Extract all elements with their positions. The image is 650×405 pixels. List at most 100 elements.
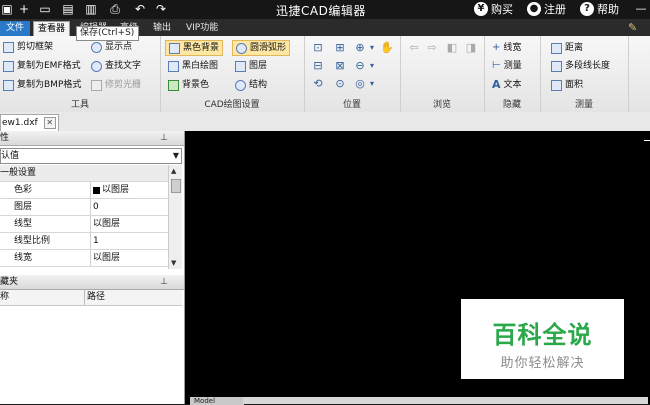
watermark-subtitle: 助你轻松解决 (500, 356, 585, 371)
position-group: ⊡ ⊞ ⊕ ▾ ✋ ⊟ ⊠ ⊖ ▾ ⟲ ⊙ ◎ ▾ 位置 (304, 36, 401, 112)
yen-icon: ¥ (474, 2, 488, 16)
polyline-icon (551, 60, 562, 72)
favorites-col-name[interactable]: 称 (0, 292, 9, 302)
copy-bmp-button[interactable]: 复制为BMP格式 (0, 77, 84, 93)
property-row[interactable]: 色彩 以图层 (0, 182, 168, 199)
cad-settings-group: 黑色背景 黑白绘图 背景色 圆滑弧形 图层 结构 CAD绘图设置 (160, 36, 305, 112)
text-a-icon: A (492, 78, 501, 91)
document-tab[interactable]: ew1.dxf ✕ (0, 114, 59, 131)
document-tab-bar: ew1.dxf ✕ (0, 112, 650, 132)
tab-output[interactable]: 输出 (149, 21, 175, 36)
smooth-arc-icon (236, 42, 247, 54)
browse-group-label: 浏览 (432, 100, 451, 110)
redo-icon[interactable]: ↷ (154, 2, 168, 16)
pin-icon[interactable]: ⊥ (160, 275, 168, 289)
layers-button[interactable]: 图层 (232, 58, 270, 74)
linewidth-button[interactable]: + 线宽 (489, 40, 524, 56)
scroll-down-icon[interactable]: ▼ (171, 259, 176, 267)
watermark-title: 百科全说 (492, 321, 593, 349)
tab-vip[interactable]: VIP功能 (182, 21, 222, 36)
trim-raster-icon (91, 79, 102, 91)
property-scrollbar[interactable]: ▲ ▼ (168, 165, 182, 269)
bw-draw-icon (168, 60, 179, 72)
property-row[interactable]: 图层 0 (0, 199, 168, 216)
open-file-icon[interactable]: ▭ (38, 2, 52, 16)
zoom-in-dropdown-icon[interactable]: ▾ (366, 42, 378, 54)
register-button[interactable]: ● 注册 (527, 1, 566, 17)
close-icon[interactable]: ✕ (43, 117, 56, 129)
undo-icon[interactable]: ↶ (133, 2, 147, 16)
new-file-icon[interactable]: + (17, 2, 31, 16)
distance-button[interactable]: 距离 (548, 40, 586, 56)
linewidth-icon: + (492, 42, 501, 53)
forward-arrow-icon[interactable]: ⇨ (426, 42, 438, 54)
pan-hand-icon[interactable]: ✋ (380, 42, 394, 54)
scroll-up-icon[interactable]: ▲ (171, 167, 176, 175)
print-icon[interactable]: ⎙ (108, 2, 122, 16)
minimize-icon[interactable]: — (634, 2, 648, 16)
points-icon (91, 41, 102, 53)
register-label: 注册 (544, 3, 566, 16)
favorites-col-path[interactable]: 路径 (87, 290, 105, 305)
first-page-icon[interactable]: ◧ (446, 42, 458, 54)
buy-label: 购买 (491, 3, 513, 16)
user-icon: ● (527, 2, 541, 16)
crosshair-cursor (644, 140, 650, 141)
ribbon: 剪切框架 复制为EMF格式 复制为BMP格式 显示点 查找文字 修剪光栅 工具 … (0, 36, 650, 113)
favorites-header: 藏夹 ⊥ (0, 275, 184, 290)
property-row[interactable]: 线型比例 1 (0, 233, 168, 250)
pin-icon[interactable]: ⊥ (160, 131, 168, 145)
view-3d-icon[interactable]: ◎ (354, 78, 366, 90)
text-hide-button[interactable]: A 文本 (489, 77, 525, 93)
save-icon[interactable]: ▤ (61, 2, 75, 16)
tab-file[interactable]: 文件 (0, 21, 31, 36)
zoom-out-dropdown-icon[interactable]: ▾ (366, 60, 378, 72)
zoom-out-icon[interactable]: ⊖ (354, 60, 366, 72)
copy-emf-button[interactable]: 复制为EMF格式 (0, 58, 84, 74)
property-row[interactable]: 线宽 以图层 (0, 250, 168, 267)
zoom-extents-icon[interactable]: ⊟ (312, 60, 324, 72)
layers-icon (235, 60, 246, 72)
position-group-label: 位置 (342, 100, 361, 110)
last-page-icon[interactable]: ◨ (465, 42, 477, 54)
title-bar: ▣ + ▭ ▤ ▥ ⎙ ↶ ↷ 迅捷CAD编辑器 ¥ 购买 ● 注册 ? 帮助 … (0, 0, 650, 19)
polyline-length-button[interactable]: 多段线长度 (548, 58, 613, 74)
background-color-button[interactable]: 背景色 (165, 77, 212, 93)
zoom-all-icon[interactable]: ⊠ (334, 60, 346, 72)
property-category[interactable]: 一般设置 (0, 165, 168, 182)
area-button[interactable]: 面积 (548, 77, 586, 93)
zoom-window-icon[interactable]: ⊞ (334, 42, 346, 54)
bw-drawing-button[interactable]: 黑白绘图 (165, 58, 221, 74)
structure-button[interactable]: 结构 (232, 77, 270, 93)
fit-window-icon[interactable]: ⊡ (312, 42, 324, 54)
black-background-button[interactable]: 黑色背景 (165, 40, 224, 56)
properties-header: 性 ⊥ (0, 131, 184, 146)
zoom-in-icon[interactable]: ⊕ (354, 42, 366, 54)
app-menu-icon[interactable]: ▣ (0, 2, 14, 16)
cut-frame-button[interactable]: 剪切框架 (0, 39, 56, 55)
chevron-down-icon: ▼ (172, 151, 179, 160)
buy-button[interactable]: ¥ 购买 (474, 1, 513, 17)
watermark-logo: 百科全说 助你轻松解决 (461, 299, 624, 379)
show-points-button[interactable]: 显示点 (88, 39, 135, 55)
measure-hide-button[interactable]: ⊢ 测量 (489, 58, 525, 74)
find-text-button[interactable]: 查找文字 (88, 58, 144, 74)
view-3d-dropdown-icon[interactable]: ▾ (366, 78, 378, 90)
save-as-icon[interactable]: ▥ (84, 2, 98, 16)
property-row[interactable]: 线型 以图层 (0, 216, 168, 233)
zoom-previous-icon[interactable]: ⊙ (334, 78, 346, 90)
properties-selector[interactable]: 认值 ▼ (0, 148, 182, 164)
help-button[interactable]: ? 帮助 (580, 1, 619, 17)
tools-group: 剪切框架 复制为EMF格式 复制为BMP格式 显示点 查找文字 修剪光栅 工具 (0, 36, 161, 112)
scroll-thumb[interactable] (171, 179, 181, 193)
rotate-icon[interactable]: ⟲ (312, 78, 324, 90)
trim-raster-button[interactable]: 修剪光栅 (88, 77, 144, 93)
horizontal-scrollbar[interactable] (243, 397, 648, 404)
bg-color-icon (168, 79, 179, 91)
smooth-arc-button[interactable]: 圆滑弧形 (232, 40, 291, 56)
property-grid: 一般设置 色彩 以图层 图层 0 线型 以图层 线型比例 1 线宽 以图层 (0, 165, 168, 269)
brush-icon[interactable]: ✎ (628, 21, 637, 34)
back-arrow-icon[interactable]: ⇦ (408, 42, 420, 54)
favorites-title: 藏夹 (0, 277, 19, 287)
tab-viewer[interactable]: 查看器 (33, 21, 71, 37)
